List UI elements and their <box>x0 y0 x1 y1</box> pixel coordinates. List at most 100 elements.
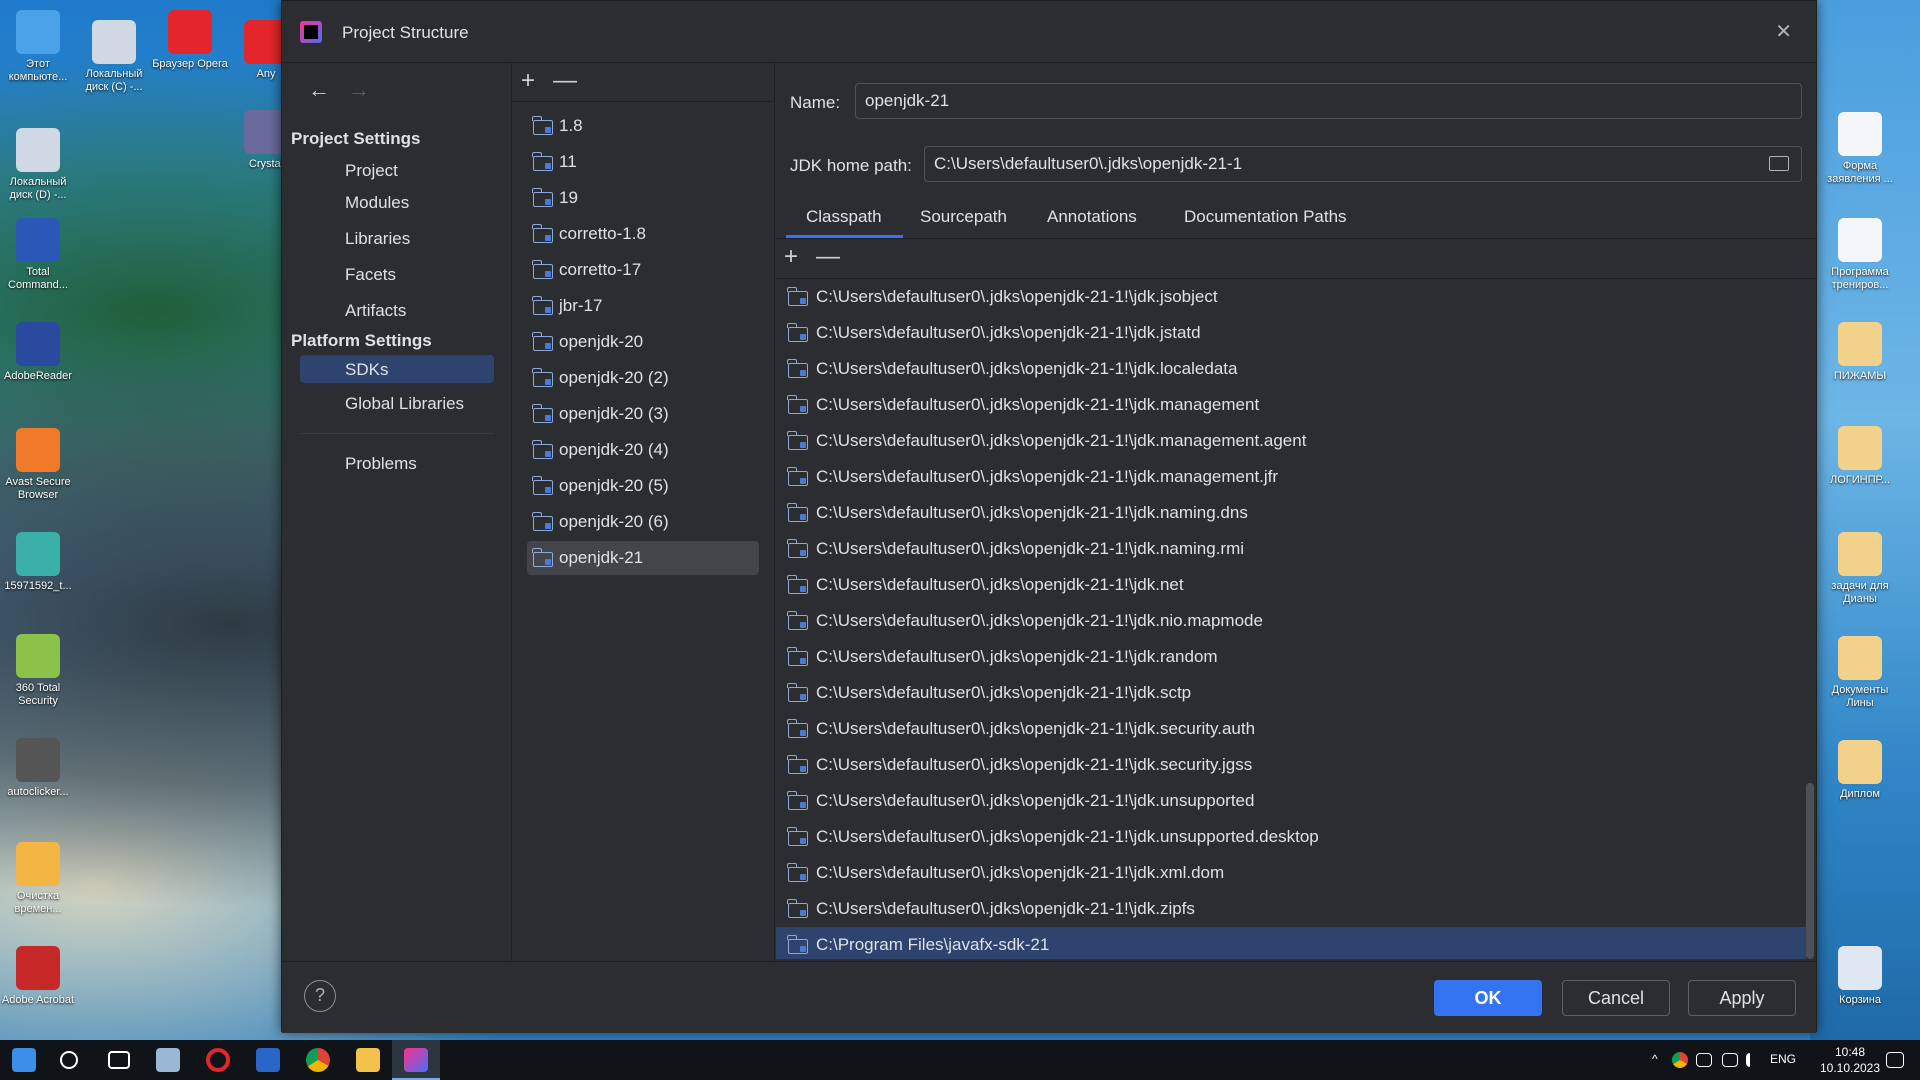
classpath-row[interactable]: C:\Users\defaultuser0\.jdks\openjdk-21-1… <box>776 459 1806 495</box>
store-icon[interactable] <box>256 1048 280 1072</box>
classpath-row[interactable]: C:\Users\defaultuser0\.jdks\openjdk-21-1… <box>776 315 1806 351</box>
help-icon[interactable]: ? <box>304 980 336 1012</box>
cancel-button[interactable]: Cancel <box>1562 980 1670 1016</box>
nav-item-problems[interactable]: Problems <box>345 454 417 474</box>
classpath-row[interactable]: C:\Users\defaultuser0\.jdks\openjdk-21-1… <box>776 819 1806 855</box>
desktop-shortcut-icon <box>16 128 60 172</box>
desktop-shortcut[interactable]: 360 Total Security <box>0 634 76 708</box>
desktop-shortcut[interactable]: Документы Лины <box>1822 636 1898 710</box>
desktop-shortcut[interactable]: Adobe Acrobat <box>0 946 76 1007</box>
tray-chrome-icon[interactable] <box>1672 1052 1688 1068</box>
ok-button[interactable]: OK <box>1434 980 1542 1016</box>
desktop-shortcut[interactable]: autoclicker... <box>0 738 76 799</box>
classpath-row[interactable]: C:\Program Files\javafx-sdk-21 <box>776 927 1806 959</box>
back-arrow-icon[interactable]: ← <box>308 77 330 102</box>
classpath-row[interactable]: C:\Users\defaultuser0\.jdks\openjdk-21-1… <box>776 747 1806 783</box>
tray-volume-icon[interactable] <box>1746 1053 1760 1067</box>
desktop-shortcut[interactable]: Очистка времен... <box>0 842 76 916</box>
desktop-shortcut[interactable]: Локальный диск (C) -... <box>76 20 152 94</box>
desktop-shortcut-icon <box>92 20 136 64</box>
apply-button[interactable]: Apply <box>1688 980 1796 1016</box>
tray-network-icon[interactable] <box>1696 1053 1712 1067</box>
desktop-shortcut[interactable]: AdobeReader <box>0 322 76 383</box>
desktop-shortcut[interactable]: Браузер Opera <box>152 10 228 71</box>
windows-start-icon[interactable] <box>12 1048 36 1072</box>
tab-classpath[interactable]: Classpath <box>806 207 882 227</box>
classpath-row[interactable]: C:\Users\defaultuser0\.jdks\openjdk-21-1… <box>776 423 1806 459</box>
opera-icon[interactable] <box>206 1048 230 1072</box>
system-clock[interactable]: 10:48 10.10.2023 <box>1810 1044 1890 1076</box>
classpath-row[interactable]: C:\Users\defaultuser0\.jdks\openjdk-21-1… <box>776 567 1806 603</box>
sdk-list-item[interactable]: openjdk-20 <box>527 325 759 359</box>
desktop-shortcut[interactable]: ПИЖАМЫ <box>1822 322 1898 383</box>
desktop-shortcut[interactable]: Total Command... <box>0 218 76 292</box>
nav-item-global-libraries[interactable]: Global Libraries <box>345 394 464 414</box>
classpath-row[interactable]: C:\Users\defaultuser0\.jdks\openjdk-21-1… <box>776 783 1806 819</box>
sdk-item-label: openjdk-20 (2) <box>559 368 669 387</box>
intellij-taskbar-icon[interactable] <box>404 1048 428 1072</box>
nav-item-modules[interactable]: Modules <box>345 193 409 213</box>
classpath-row[interactable]: C:\Users\defaultuser0\.jdks\openjdk-21-1… <box>776 711 1806 747</box>
nav-item-sdks[interactable]: SDKs <box>345 360 388 380</box>
notepad-icon[interactable] <box>156 1048 180 1072</box>
sdk-list-item[interactable]: openjdk-20 (4) <box>527 433 759 467</box>
sdk-list-item[interactable]: 11 <box>527 145 759 179</box>
sdk-list-item[interactable]: 19 <box>527 181 759 215</box>
sdk-list-item[interactable]: openjdk-20 (6) <box>527 505 759 539</box>
search-icon[interactable] <box>60 1051 78 1069</box>
desktop-shortcut[interactable]: Программа трениров... <box>1822 218 1898 292</box>
add-sdk-icon[interactable]: + <box>521 67 535 94</box>
task-view-icon[interactable] <box>108 1051 130 1069</box>
close-icon[interactable]: ✕ <box>1775 19 1792 44</box>
classpath-row[interactable]: C:\Users\defaultuser0\.jdks\openjdk-21-1… <box>776 639 1806 675</box>
classpath-row[interactable]: C:\Users\defaultuser0\.jdks\openjdk-21-1… <box>776 495 1806 531</box>
classpath-row[interactable]: C:\Users\defaultuser0\.jdks\openjdk-21-1… <box>776 891 1806 927</box>
name-field[interactable]: openjdk-21 <box>855 83 1802 119</box>
classpath-row[interactable]: C:\Users\defaultuser0\.jdks\openjdk-21-1… <box>776 279 1806 315</box>
forward-arrow-icon[interactable]: → <box>348 77 370 102</box>
classpath-row-label: C:\Users\defaultuser0\.jdks\openjdk-21-1… <box>816 899 1195 918</box>
sdk-list-item[interactable]: jbr-17 <box>527 289 759 323</box>
nav-item-artifacts[interactable]: Artifacts <box>345 301 406 321</box>
nav-item-libraries[interactable]: Libraries <box>345 229 410 249</box>
language-indicator[interactable]: ENG <box>1770 1052 1796 1066</box>
tray-expand-icon[interactable]: ^ <box>1652 1052 1658 1066</box>
tray-display-icon[interactable] <box>1722 1053 1738 1067</box>
tab-sourcepath[interactable]: Sourcepath <box>920 207 1007 227</box>
nav-item-project[interactable]: Project <box>345 161 398 181</box>
notifications-icon[interactable] <box>1886 1052 1904 1068</box>
classpath-row[interactable]: C:\Users\defaultuser0\.jdks\openjdk-21-1… <box>776 675 1806 711</box>
sdk-list-item[interactable]: openjdk-21 <box>527 541 759 575</box>
remove-sdk-icon[interactable]: — <box>553 67 577 94</box>
classpath-row[interactable]: C:\Users\defaultuser0\.jdks\openjdk-21-1… <box>776 603 1806 639</box>
desktop-shortcut[interactable]: Локальный диск (D) -... <box>0 128 76 202</box>
tab-documentation-paths[interactable]: Documentation Paths <box>1184 207 1347 227</box>
sdk-list-item[interactable]: openjdk-20 (3) <box>527 397 759 431</box>
sdk-list-item[interactable]: corretto-1.8 <box>527 217 759 251</box>
sdk-list-item[interactable]: openjdk-20 (2) <box>527 361 759 395</box>
chrome-icon[interactable] <box>306 1048 330 1072</box>
sdk-list-item[interactable]: 1.8 <box>527 109 759 143</box>
jdk-home-field[interactable]: C:\Users\defaultuser0\.jdks\openjdk-21-1 <box>924 146 1802 182</box>
desktop-shortcut[interactable]: Корзина <box>1822 946 1898 1007</box>
classpath-row[interactable]: C:\Users\defaultuser0\.jdks\openjdk-21-1… <box>776 351 1806 387</box>
desktop-shortcut[interactable]: Avast Secure Browser <box>0 428 76 502</box>
desktop-shortcut[interactable]: задачи для Дианы <box>1822 532 1898 606</box>
sdk-list-item[interactable]: openjdk-20 (5) <box>527 469 759 503</box>
folder-browse-icon[interactable] <box>1769 156 1789 171</box>
classpath-row[interactable]: C:\Users\defaultuser0\.jdks\openjdk-21-1… <box>776 531 1806 567</box>
file-explorer-icon[interactable] <box>356 1048 380 1072</box>
add-path-icon[interactable]: + <box>784 243 798 270</box>
scrollbar-thumb[interactable] <box>1806 783 1814 959</box>
nav-item-facets[interactable]: Facets <box>345 265 396 285</box>
desktop-shortcut[interactable]: Этот компьюте... <box>0 10 76 84</box>
classpath-row[interactable]: C:\Users\defaultuser0\.jdks\openjdk-21-1… <box>776 855 1806 891</box>
tab-annotations[interactable]: Annotations <box>1047 207 1137 227</box>
remove-path-icon[interactable]: — <box>816 243 840 270</box>
desktop-shortcut[interactable]: Форма заявления ... <box>1822 112 1898 186</box>
classpath-row[interactable]: C:\Users\defaultuser0\.jdks\openjdk-21-1… <box>776 387 1806 423</box>
sdk-list-item[interactable]: corretto-17 <box>527 253 759 287</box>
desktop-shortcut[interactable]: 15971592_t... <box>0 532 76 593</box>
desktop-shortcut[interactable]: Диплом <box>1822 740 1898 801</box>
desktop-shortcut[interactable]: ЛОГИНПР... <box>1822 426 1898 487</box>
